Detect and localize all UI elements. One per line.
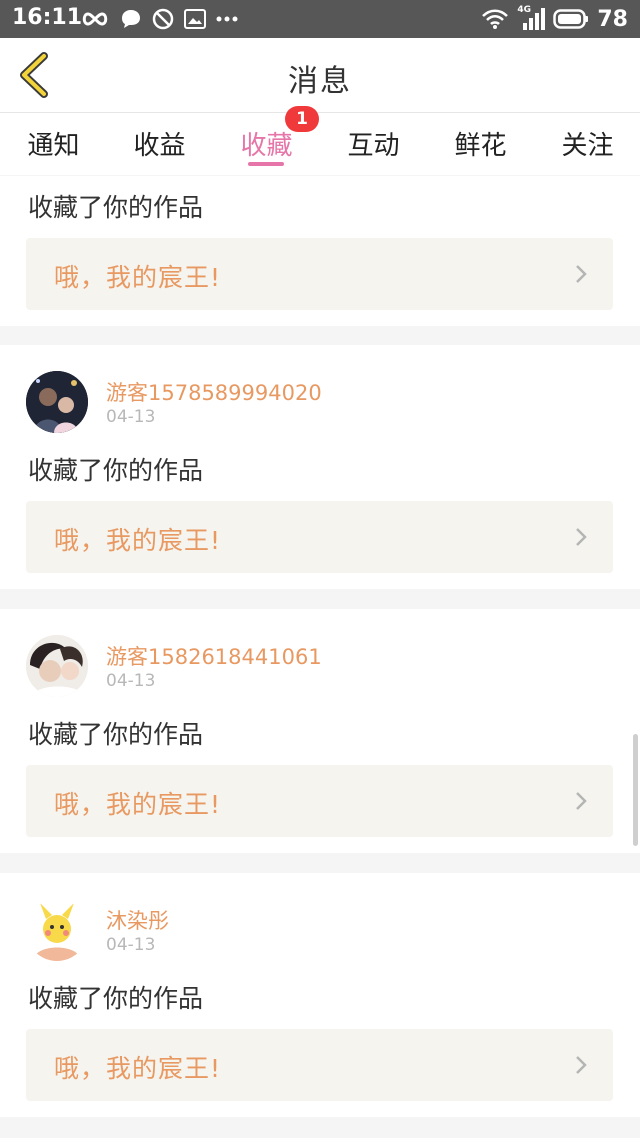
avatar[interactable]: [26, 371, 88, 433]
username[interactable]: 游客1582618441061: [106, 641, 322, 671]
wifi-icon: [482, 9, 509, 29]
status-bar: 16:11 4G 78: [0, 0, 640, 38]
work-link[interactable]: 哦，我的宸王!: [26, 238, 613, 310]
message-card: 游客1578589994020 04-13 收藏了你的作品 哦，我的宸王!: [0, 345, 640, 589]
message-card: 游客1582618441061 04-13 收藏了你的作品 哦，我的宸王!: [0, 609, 640, 853]
username[interactable]: 沐染彤: [106, 905, 169, 935]
signal-icon: 4G: [517, 5, 546, 31]
avatar[interactable]: [26, 635, 88, 697]
work-link[interactable]: 哦，我的宸王!: [26, 765, 613, 837]
unread-badge: 1: [285, 106, 319, 132]
tab-earnings[interactable]: 收益: [106, 125, 213, 162]
tab-bar: 通知 收益 收藏 互动 鲜花 关注: [0, 113, 640, 175]
notification-icons: [80, 7, 238, 31]
system-icons: 4G 78: [481, 5, 628, 33]
message-date: 04-13: [106, 407, 156, 427]
message-text: 收藏了你的作品: [28, 456, 204, 485]
message-date: 04-13: [106, 935, 156, 955]
username[interactable]: 游客1578589994020: [106, 377, 322, 407]
chevron-right-icon: [576, 528, 587, 546]
status-time: 16:11: [12, 5, 83, 30]
scroll-indicator[interactable]: [633, 734, 638, 846]
work-link[interactable]: 哦，我的宸王!: [26, 501, 613, 573]
message-text: 收藏了你的作品: [28, 720, 204, 749]
chevron-right-icon: [576, 1056, 587, 1074]
battery-level: 78: [597, 6, 628, 32]
message-date: 04-13: [106, 671, 156, 691]
message-card: 收藏了你的作品 哦，我的宸王!: [0, 176, 640, 326]
infinity-icon: [82, 12, 108, 26]
more-dots-icon: [216, 16, 238, 22]
work-title: 哦，我的宸王!: [54, 526, 222, 555]
chevron-right-icon: [576, 265, 587, 283]
work-title: 哦，我的宸王!: [54, 263, 222, 292]
no-disturb-icon: [152, 8, 174, 30]
chevron-right-icon: [576, 792, 587, 810]
tab-follows[interactable]: 关注: [534, 125, 640, 162]
tab-flowers[interactable]: 鲜花: [427, 125, 534, 162]
message-text: 收藏了你的作品: [28, 193, 204, 222]
battery-icon: [553, 9, 589, 29]
message-card: 沐染彤 04-13 收藏了你的作品 哦，我的宸王!: [0, 873, 640, 1117]
app-header: 消息: [0, 38, 640, 113]
message-text: 收藏了你的作品: [28, 984, 204, 1013]
work-title: 哦，我的宸王!: [54, 1054, 222, 1083]
work-link[interactable]: 哦，我的宸王!: [26, 1029, 613, 1101]
tab-interactions[interactable]: 互动: [320, 125, 427, 162]
active-tab-indicator: [248, 162, 284, 166]
tab-notifications[interactable]: 通知: [0, 125, 107, 162]
chat-bubble-icon: [122, 10, 140, 28]
avatar[interactable]: [26, 899, 88, 961]
image-icon: [184, 9, 206, 29]
page-title: 消息: [288, 64, 352, 99]
work-title: 哦，我的宸王!: [54, 790, 222, 819]
